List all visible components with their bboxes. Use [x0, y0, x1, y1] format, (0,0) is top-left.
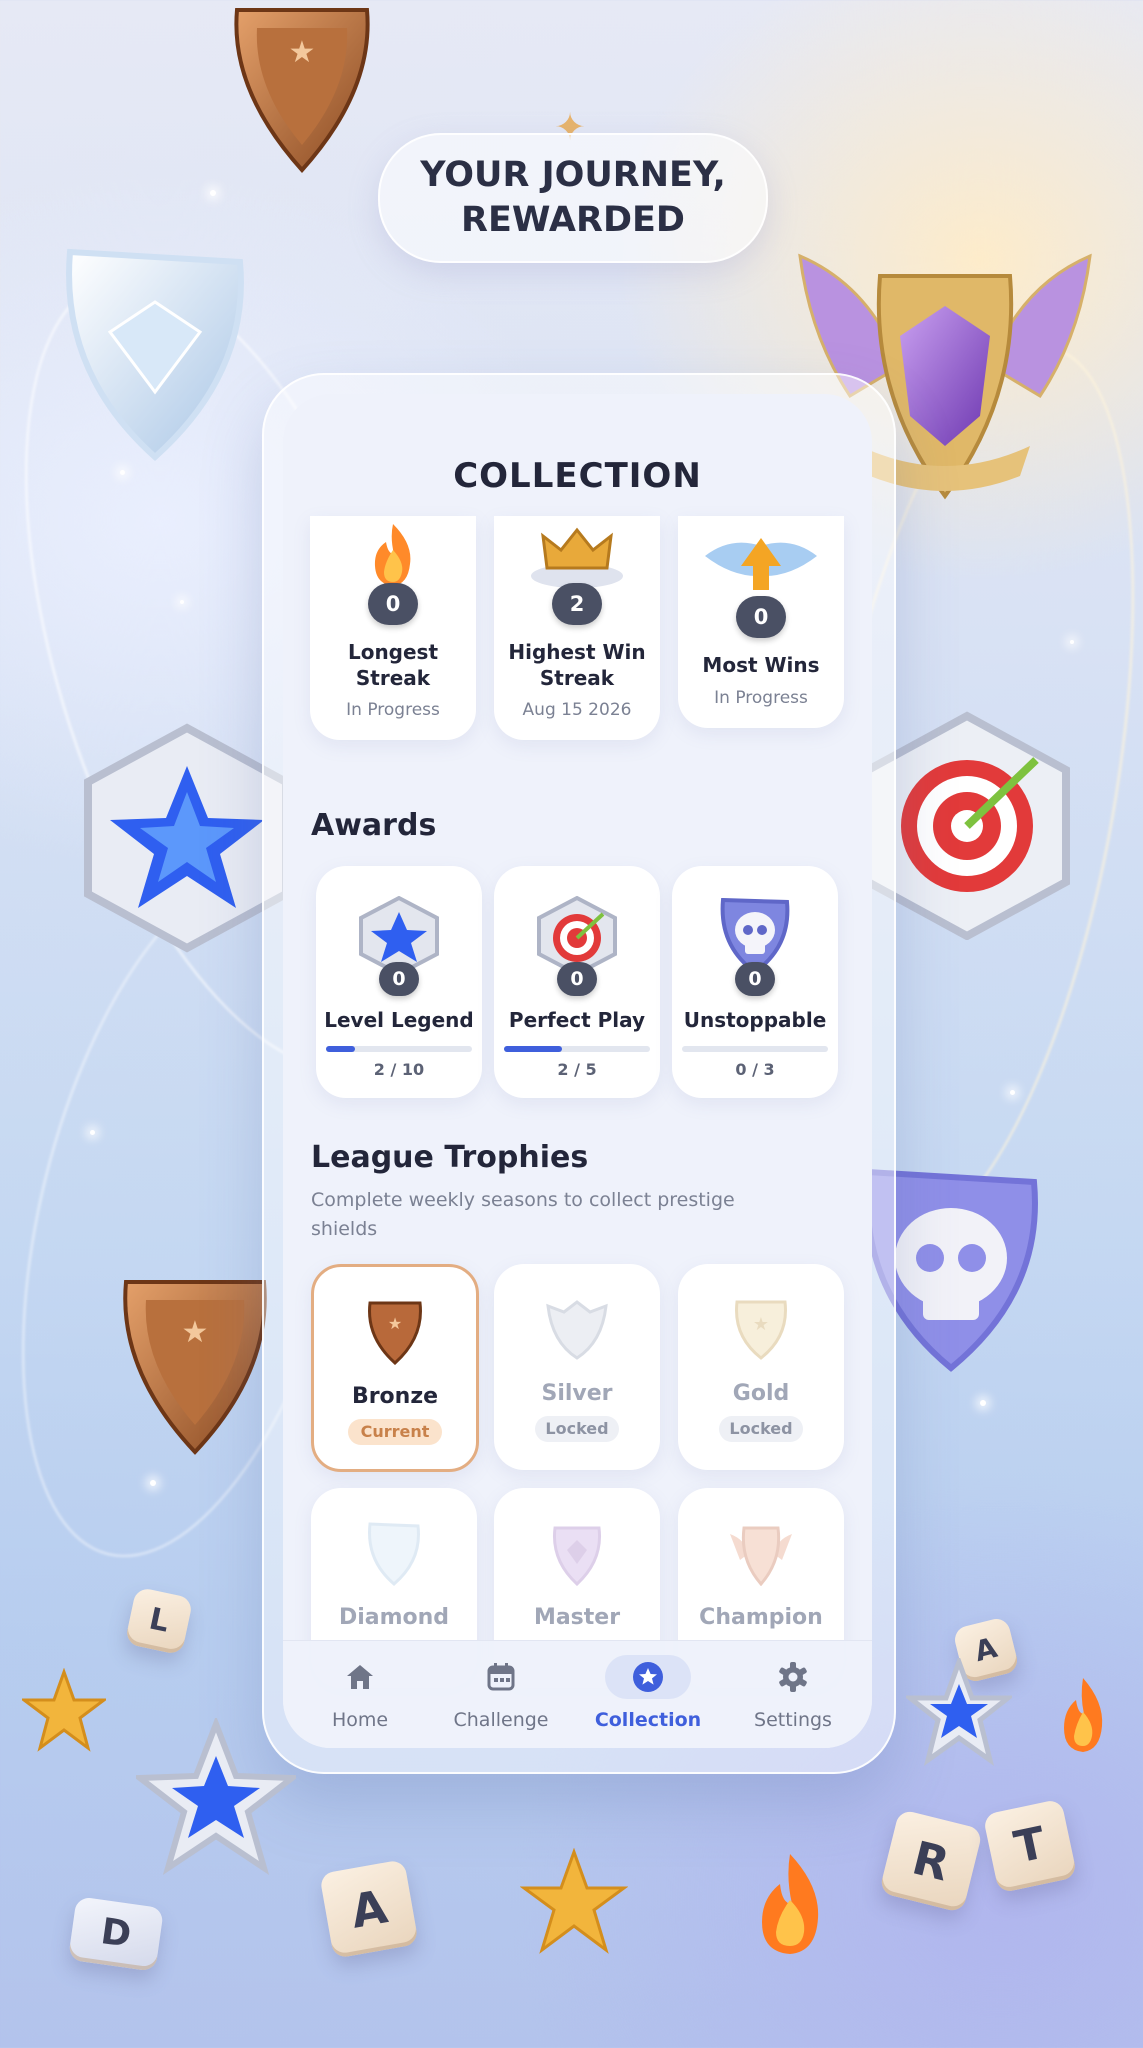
stat-label-line: Streak: [539, 666, 615, 690]
progress-text: 2 / 5: [557, 1060, 597, 1079]
gold-star-icon: [519, 1847, 629, 1956]
gear-icon: [765, 1655, 821, 1699]
trophy-name: Master: [533, 1605, 621, 1630]
nav-label: Challenge: [453, 1709, 549, 1731]
award-label: Unstoppable: [683, 1008, 827, 1032]
count-badge: 2: [552, 583, 602, 625]
winged-arrow-icon: [701, 536, 821, 600]
progress-track: [326, 1046, 472, 1052]
count-badge: 0: [368, 583, 418, 625]
letter-tile: A: [319, 1859, 419, 1959]
trophy-card-silver[interactable]: Silver Locked: [494, 1264, 660, 1470]
stat-card-longest-streak[interactable]: 0 Longest Streak In Progress: [310, 516, 476, 740]
crystal-shield-icon: [50, 232, 260, 466]
subtitle-line: shields: [311, 1218, 378, 1240]
diamond-shield-icon: [364, 1520, 424, 1586]
headline-line-2: REWARDED: [461, 200, 685, 240]
silver-shield-icon: [544, 1298, 610, 1360]
blue-star-badge-icon: [902, 1654, 1016, 1766]
status-badge: Locked: [535, 1416, 619, 1442]
trophy-name: Champion: [699, 1605, 823, 1630]
gold-star-icon: [19, 1667, 109, 1752]
award-label: Perfect Play: [508, 1008, 646, 1032]
subtitle-line: Complete weekly seasons to collect prest…: [311, 1189, 735, 1211]
trophy-name: Silver: [541, 1381, 613, 1406]
trophy-name: Diamond: [338, 1605, 450, 1630]
count-badge: 0: [557, 962, 597, 996]
flame-icon: [748, 1852, 832, 1956]
stat-sub: In Progress: [714, 688, 808, 708]
headline-banner: YOUR JOURNEY, REWARDED: [378, 133, 768, 263]
nav-label: Home: [331, 1709, 389, 1731]
stat-card-most-wins[interactable]: 0 Most Wins In Progress: [678, 516, 844, 728]
champion-crest-icon: [726, 1520, 796, 1587]
progress-fill: [504, 1046, 563, 1052]
star-circle-icon: [605, 1655, 691, 1699]
bottom-nav: Home Challenge Collection Settings: [283, 1640, 872, 1748]
status-badge: Current: [348, 1419, 442, 1445]
count-badge: 0: [735, 962, 775, 996]
award-card-unstoppable[interactable]: 0 Unstoppable 0 / 3: [672, 866, 838, 1098]
svg-text:★: ★: [753, 1314, 769, 1335]
progress-fill: [326, 1046, 356, 1052]
count-badge: 0: [379, 962, 419, 996]
nav-settings[interactable]: Settings: [728, 1655, 858, 1731]
trophy-card-gold[interactable]: ★ Gold Locked: [678, 1264, 844, 1470]
master-crest-icon: [547, 1520, 607, 1587]
progress-text: 2 / 10: [373, 1060, 425, 1079]
blue-star-badge-icon: [131, 1715, 301, 1878]
gold-shield-icon: ★: [731, 1298, 791, 1360]
svg-text:★: ★: [289, 35, 316, 70]
progress-track: [504, 1046, 650, 1052]
stat-label: Longest Streak: [310, 639, 476, 691]
stat-card-highest-win-streak[interactable]: 2 Highest Win Streak Aug 15 2026: [494, 516, 660, 740]
trophy-name: Gold: [732, 1381, 790, 1406]
flame-icon: [1054, 1676, 1112, 1754]
stat-label-line: Longest: [347, 640, 439, 664]
nav-home[interactable]: Home: [295, 1655, 425, 1731]
stat-label: Highest Win Streak: [494, 639, 660, 691]
letter-tile: D: [67, 1896, 165, 1972]
progress-track: [682, 1046, 828, 1052]
progress-text: 0 / 3: [735, 1060, 775, 1079]
award-label: Level Legend: [324, 1008, 474, 1032]
nav-label: Collection: [594, 1709, 702, 1731]
bronze-shield-icon: ★: [106, 1270, 284, 1460]
bronze-shield-icon: ★: [212, 0, 392, 178]
svg-text:★: ★: [388, 1314, 402, 1333]
letter-tile: R: [878, 1808, 984, 1914]
stat-label-line: Highest Win: [508, 640, 646, 664]
app-screen: COLLECTION 0 Longest Streak In Progress …: [283, 394, 872, 1748]
nav-label: Settings: [754, 1709, 832, 1731]
calendar-icon: [473, 1655, 529, 1699]
awards-heading: Awards: [311, 808, 437, 843]
league-trophies-subtitle: Complete weekly seasons to collect prest…: [311, 1186, 831, 1244]
flame-icon: [358, 520, 428, 590]
status-badge: Locked: [719, 1416, 803, 1442]
count-badge: 0: [736, 596, 786, 638]
stat-label: Most Wins: [702, 653, 820, 677]
page-title: COLLECTION: [453, 456, 702, 496]
bronze-shield-icon: ★: [364, 1299, 426, 1366]
stat-label-line: Streak: [355, 666, 431, 690]
trophy-card-bronze[interactable]: ★ Bronze Current: [311, 1264, 479, 1472]
home-icon: [332, 1655, 388, 1699]
letter-tile: L: [124, 1586, 194, 1656]
award-card-perfect-play[interactable]: 0 Perfect Play 2 / 5: [494, 866, 660, 1098]
trophy-name: Bronze: [351, 1384, 439, 1409]
league-trophies-heading: League Trophies: [311, 1140, 589, 1175]
letter-tile: T: [982, 1798, 1078, 1894]
stat-sub: Aug 15 2026: [522, 700, 632, 720]
svg-text:★: ★: [182, 1315, 209, 1350]
nav-collection[interactable]: Collection: [583, 1655, 713, 1731]
headline-line-1: YOUR JOURNEY,: [420, 155, 726, 195]
stat-sub: In Progress: [346, 700, 440, 720]
award-card-level-legend[interactable]: 0 Level Legend 2 / 10: [316, 866, 482, 1098]
nav-challenge[interactable]: Challenge: [436, 1655, 566, 1731]
crown-icon: [527, 522, 627, 588]
